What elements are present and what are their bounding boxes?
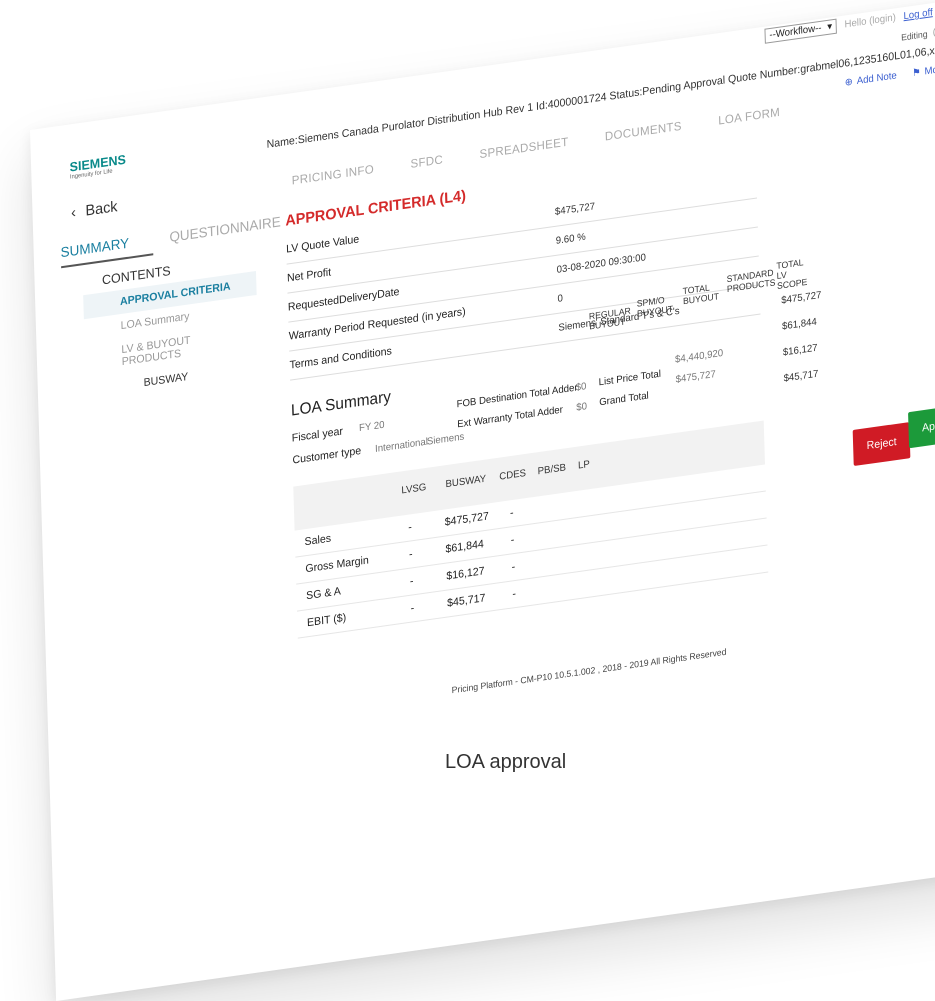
plus-circle-icon: ⊕ xyxy=(844,76,854,89)
col-header: LP xyxy=(577,459,590,472)
editing-label: Editing xyxy=(900,28,928,43)
cell-total: $61,844 xyxy=(781,316,817,333)
cell-lvsg: - xyxy=(408,548,413,561)
more-info-label: More Info xyxy=(924,61,935,78)
tab-summary[interactable]: SUMMARY xyxy=(60,235,129,261)
siemens-logo: SIEMENS Ingenuity for Life xyxy=(69,152,126,181)
col-header: BUSWAY xyxy=(445,473,487,491)
cell-busway: $475,727 xyxy=(444,510,489,529)
logoff-link[interactable]: Log off xyxy=(903,7,933,22)
fiscal-year-label: Fiscal year xyxy=(291,425,344,445)
row-label: EBIT ($) xyxy=(306,611,347,630)
criteria-value: 9.60 % xyxy=(555,231,586,247)
customer-type-value-2: Siemens xyxy=(426,431,465,448)
cell-busway: $61,844 xyxy=(445,538,484,556)
add-note-label: Add Note xyxy=(856,70,897,88)
workflow-select[interactable]: --Workflow-- ▾ xyxy=(764,18,838,44)
editing-toggle-group: Editing xyxy=(901,24,935,42)
login-link[interactable]: Hello (login) xyxy=(844,12,896,30)
more-info-button[interactable]: ⚑ More Info xyxy=(912,61,935,79)
customer-type-label: Customer type xyxy=(292,444,362,467)
row-label: Sales xyxy=(304,532,332,549)
ext-warranty-label: Ext Warranty Total Adder xyxy=(457,404,564,431)
app-window: --Workflow-- ▾ Hello (login) Log off Edi… xyxy=(30,0,935,1001)
tab-sfdc[interactable]: SFDC xyxy=(410,152,443,171)
col-header: PB/SB xyxy=(537,462,567,478)
cell-cdes: - xyxy=(511,560,516,574)
col-header: CDES xyxy=(499,467,527,483)
cell-total: $16,127 xyxy=(782,342,818,359)
fob-value: $0 xyxy=(575,381,587,394)
approve-button[interactable]: Approve xyxy=(908,402,935,449)
main-content: APPROVAL CRITERIA (L4) LV Quote Value $4… xyxy=(285,146,769,639)
grand-total-label: Grand Total xyxy=(599,390,649,409)
cell-cdes: - xyxy=(512,587,517,601)
fiscal-year-value: FY 20 xyxy=(358,419,385,435)
row-label: SG & A xyxy=(306,585,342,603)
cell-busway: $45,717 xyxy=(447,592,486,610)
side-tabs: SUMMARY QUESTIONNAIRE xyxy=(60,213,281,260)
cell-total: $45,717 xyxy=(783,368,819,385)
tab-documents[interactable]: DOCUMENTS xyxy=(605,119,682,144)
flag-icon: ⚑ xyxy=(911,67,921,80)
chevron-left-icon: ‹ xyxy=(70,203,77,222)
col-header: LVSG xyxy=(401,482,427,497)
cell-cdes: - xyxy=(509,506,514,520)
cell-lvsg: - xyxy=(410,602,415,615)
grand-total-value: $475,727 xyxy=(675,368,716,386)
back-label: Back xyxy=(85,198,118,220)
workflow-select-value: --Workflow-- xyxy=(769,22,822,42)
tab-pricing-info[interactable]: PRICING INFO xyxy=(292,162,375,188)
cell-busway: $16,127 xyxy=(446,565,485,583)
criteria-value: 03-08-2020 09:30:00 xyxy=(556,251,647,276)
reject-button[interactable]: Reject xyxy=(852,422,911,467)
row-label: Gross Margin xyxy=(305,554,369,576)
customer-type-value: International xyxy=(374,436,429,456)
col-header: TOTAL LV SCOPE xyxy=(776,257,808,291)
cell-total: $475,727 xyxy=(781,289,822,307)
add-note-button[interactable]: ⊕ Add Note xyxy=(845,70,897,88)
tab-loa-form[interactable]: LOA FORM xyxy=(718,105,780,128)
tab-questionnaire[interactable]: QUESTIONNAIRE xyxy=(169,213,281,245)
criteria-value: 0 xyxy=(557,292,564,305)
ext-warranty-value: $0 xyxy=(576,401,588,414)
cell-lvsg: - xyxy=(408,521,412,534)
contents-nav: APPROVAL CRITERIA LOA Summary LV & BUYOU… xyxy=(83,270,259,403)
back-button[interactable]: ‹ Back xyxy=(71,198,118,222)
cell-lvsg: - xyxy=(409,575,414,588)
page-footer: Pricing Platform - CM-P10 10.5.1.002 , 2… xyxy=(451,646,727,696)
image-caption: LOA approval xyxy=(445,751,567,773)
col-header: STANDARD PRODUCTS xyxy=(726,267,776,294)
cell-cdes: - xyxy=(510,533,515,547)
caret-down-icon: ▾ xyxy=(827,21,833,33)
criteria-value: $475,727 xyxy=(554,200,596,218)
tab-spreadsheet[interactable]: SPREADSHEET xyxy=(479,135,568,162)
